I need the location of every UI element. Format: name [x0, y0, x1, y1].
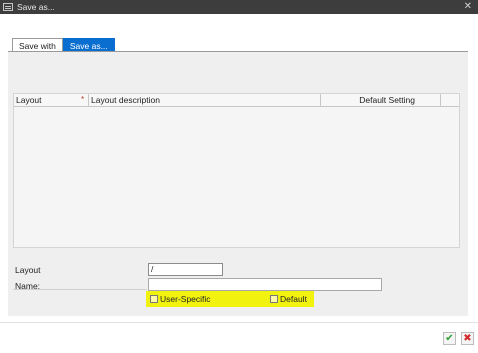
column-header-description[interactable]: Layout description	[89, 94, 321, 107]
layout-input[interactable]: /	[148, 263, 223, 276]
window-icon	[3, 3, 13, 11]
ok-button[interactable]: ✔	[443, 332, 456, 345]
default-label[interactable]: Default	[280, 294, 307, 304]
column-header-default-setting[interactable]: Default Setting	[321, 94, 441, 107]
table-header: Layout * Layout description Default Sett…	[14, 94, 459, 107]
x-icon: ✖	[463, 332, 472, 344]
tab-save-as[interactable]: Save as...	[62, 38, 115, 52]
close-icon[interactable]: ✕	[464, 1, 472, 13]
required-icon: *	[81, 95, 85, 104]
title-bar: Save as... ✕	[0, 0, 478, 14]
window-title: Save as...	[17, 2, 55, 12]
form-divider	[13, 289, 147, 290]
checkmark-icon: ✔	[445, 332, 454, 344]
layout-label: Layout	[15, 265, 41, 275]
cancel-button[interactable]: ✖	[461, 332, 474, 345]
user-specific-label[interactable]: User-Specific	[160, 294, 211, 304]
default-checkbox[interactable]	[270, 295, 278, 303]
tab-save-with[interactable]: Save with	[12, 38, 63, 52]
name-input[interactable]	[148, 278, 382, 291]
layout-table: Layout * Layout description Default Sett…	[13, 93, 460, 248]
footer-divider	[0, 322, 478, 323]
user-specific-checkbox[interactable]	[150, 295, 158, 303]
column-header-filler	[441, 94, 461, 107]
tab-strip: Save with Save as...	[12, 38, 115, 52]
column-header-layout[interactable]: Layout *	[14, 94, 89, 107]
